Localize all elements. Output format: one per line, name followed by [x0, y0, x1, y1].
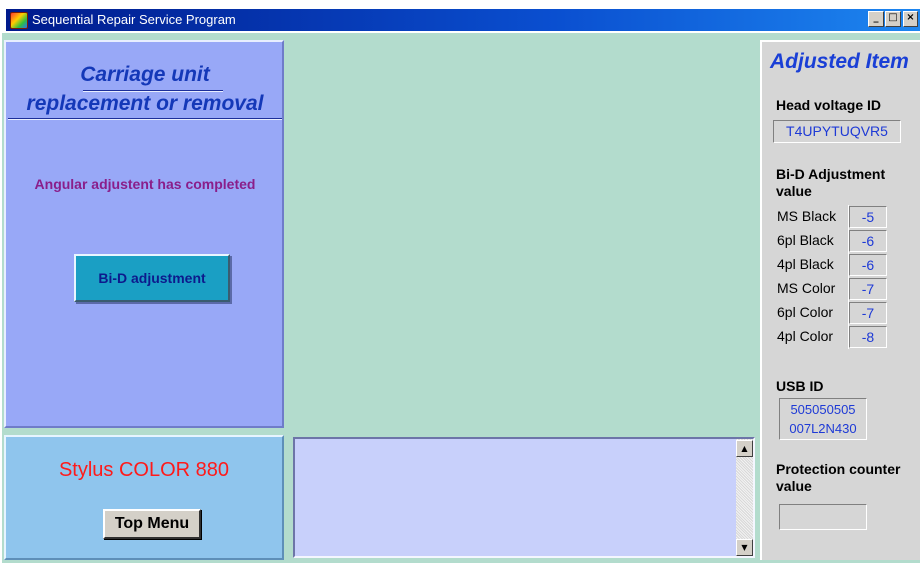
usb-id-value: 505050505 007L2N430 — [779, 398, 867, 440]
usb-id-label: USB ID — [776, 378, 824, 394]
adjusted-item-panel: Adjusted Item Head voltage ID T4UPYTUQVR… — [760, 40, 920, 560]
procedure-heading-line1: Carriage unit — [80, 63, 210, 86]
app-icon[interactable] — [10, 12, 28, 29]
protection-counter-label: Protection counter value — [776, 461, 901, 494]
bi-d-row-value: -5 — [849, 206, 887, 228]
bi-d-adjustment-button-label: Bi-D adjustment — [98, 270, 206, 286]
scroll-down-icon: ▼ — [741, 543, 748, 552]
bi-d-row-label: MS Color — [777, 277, 849, 301]
top-menu-button-label: Top Menu — [114, 515, 190, 532]
minimize-icon: _ — [873, 12, 879, 23]
restore-icon: □ — [888, 12, 898, 23]
restore-button[interactable]: □ — [885, 11, 901, 27]
status-message: Angular adjustent has completed — [34, 176, 256, 192]
close-button[interactable]: × — [903, 11, 918, 27]
bi-d-row-value: -7 — [849, 278, 887, 300]
scroll-down-button[interactable]: ▼ — [736, 539, 753, 556]
procedure-heading-line2: replacement or removal — [26, 92, 264, 115]
bi-d-row-label: 6pl Color — [777, 301, 849, 325]
heading-underline-2 — [8, 118, 282, 119]
bi-d-row-label: MS Black — [777, 205, 849, 229]
top-menu-button[interactable]: Top Menu — [103, 509, 201, 539]
bi-d-adjustment-label: Bi-D Adjustment value — [776, 166, 886, 199]
bi-d-row-label: 4pl Color — [777, 325, 849, 349]
bi-d-row-value: -7 — [849, 302, 887, 324]
client-area: Carriage unit replacement or removal Ang… — [0, 33, 920, 563]
bi-d-row-value: -6 — [849, 254, 887, 276]
vertical-scrollbar[interactable]: ▲ ▼ — [736, 439, 753, 556]
scroll-up-button[interactable]: ▲ — [736, 440, 753, 457]
scroll-up-icon: ▲ — [741, 444, 748, 453]
head-voltage-value: T4UPYTUQVR5 — [773, 120, 901, 143]
procedure-panel: Carriage unit replacement or removal Ang… — [4, 40, 284, 428]
bi-d-row-label: 4pl Black — [777, 253, 849, 277]
bi-d-row-value: -6 — [849, 230, 887, 252]
bi-d-row-label: 6pl Black — [777, 229, 849, 253]
minimize-button[interactable]: _ — [868, 11, 884, 27]
protection-counter-value — [779, 504, 867, 530]
head-voltage-label: Head voltage ID — [776, 97, 882, 113]
window-title: Sequential Repair Service Program — [32, 12, 236, 27]
message-box[interactable]: ▲ ▼ — [293, 437, 755, 558]
usb-id-line1: 505050505 — [790, 402, 856, 417]
title-bar: Sequential Repair Service Program _ □ × — [0, 0, 920, 33]
heading-underline-1 — [83, 90, 223, 91]
bi-d-row-value: -8 — [849, 326, 887, 348]
close-icon: × — [906, 12, 915, 23]
bi-d-adjustment-button[interactable]: Bi-D adjustment — [74, 254, 230, 302]
usb-id-line2: 007L2N430 — [789, 421, 857, 436]
model-panel: Stylus COLOR 880 Top Menu — [4, 435, 284, 560]
model-name: Stylus COLOR 880 — [58, 459, 230, 481]
adjusted-item-title: Adjusted Item — [770, 50, 909, 73]
